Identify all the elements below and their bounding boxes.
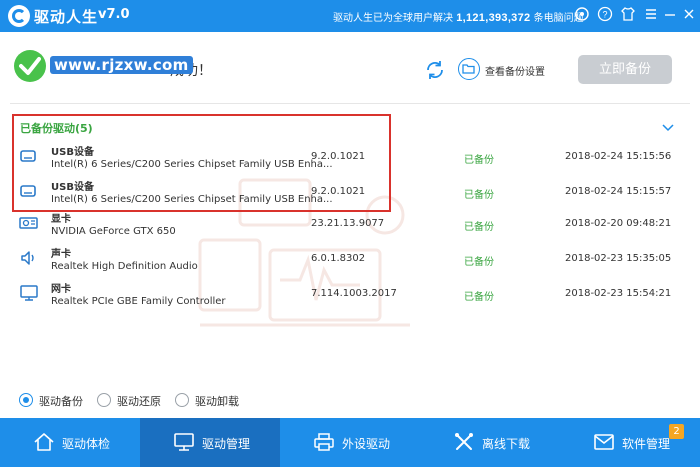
chevron-down-icon[interactable] (661, 118, 675, 137)
minimize-icon[interactable] (660, 6, 680, 26)
watermark-text: www.rjzxw.com (50, 56, 193, 74)
highlight-box (12, 114, 391, 212)
radio-label: 驱动备份 (39, 395, 83, 408)
notification-badge: 2 (669, 424, 684, 439)
folder-icon[interactable] (458, 58, 480, 80)
refresh-icon[interactable] (423, 58, 447, 82)
radio-label: 驱动还原 (117, 395, 161, 408)
promo-text: 驱动人生已为全球用户解决 1,121,393,372 条电脑问题 (333, 9, 584, 24)
tools-icon (453, 432, 475, 452)
driver-version: 7.114.1003.2017 (311, 288, 397, 299)
driver-date: 2018-02-24 15:15:56 (565, 151, 672, 162)
nav-label: 软件管理 (622, 437, 671, 451)
svg-text:?: ? (602, 10, 607, 20)
printer-icon (313, 432, 335, 452)
mail-box-icon (593, 432, 615, 452)
promo-count: 1,121,393,372 (456, 12, 531, 24)
shirt-icon[interactable] (618, 6, 638, 26)
home-icon (33, 432, 55, 452)
driver-status: 已备份 (464, 257, 494, 268)
network-card-icon (19, 283, 39, 303)
driver-status: 已备份 (464, 292, 494, 303)
menu-icon[interactable] (641, 6, 661, 26)
driver-status: 已备份 (464, 190, 494, 201)
driver-version: 23.21.13.9077 (311, 218, 385, 229)
driver-status: 已备份 (464, 155, 494, 166)
driver-name: Realtek High Definition Audio (51, 261, 198, 272)
help-icon[interactable]: ? (595, 6, 615, 26)
monitor-icon (173, 432, 195, 452)
nav-offline-download[interactable]: 离线下载 (420, 418, 560, 467)
radio-circle (97, 393, 111, 407)
driver-date: 2018-02-20 09:48:21 (565, 218, 672, 229)
radio-label: 驱动卸载 (195, 395, 239, 408)
divider (10, 103, 690, 104)
settings-icon[interactable] (572, 6, 592, 26)
bottom-nav: 驱动体检 驱动管理 外设驱动 离线下载 软件管理 (0, 418, 700, 467)
driver-row[interactable]: 声卡 Realtek High Definition Audio 6.0.1.8… (0, 242, 700, 278)
nav-driver-checkup[interactable]: 驱动体检 (0, 418, 140, 467)
driver-category: 声卡 (51, 249, 71, 260)
radio-circle (19, 393, 33, 407)
operation-mode-radios: 驱动备份 驱动还原 驱动卸载 (0, 389, 700, 411)
app-version: v7.0 (98, 7, 130, 22)
display-card-icon (19, 213, 39, 233)
nav-label: 驱动管理 (202, 437, 251, 451)
nav-driver-management[interactable]: 驱动管理 (140, 418, 280, 467)
driver-date: 2018-02-24 15:15:57 (565, 186, 672, 197)
success-check-icon (14, 50, 46, 82)
nav-label: 离线下载 (482, 437, 531, 451)
driver-version: 6.0.1.8302 (311, 253, 366, 264)
nav-peripheral-drivers[interactable]: 外设驱动 (280, 418, 420, 467)
driver-date: 2018-02-23 15:54:21 (565, 288, 672, 299)
speaker-icon (19, 248, 39, 268)
radio-circle (175, 393, 189, 407)
driver-category: 显卡 (51, 214, 71, 225)
close-icon[interactable] (679, 6, 699, 26)
promo-prefix: 驱动人生已为全球用户解决 (333, 13, 453, 24)
nav-label: 外设驱动 (342, 437, 391, 451)
driver-date: 2018-02-23 15:35:05 (565, 253, 672, 264)
app-title: 驱动人生 (34, 8, 99, 26)
driver-category: 网卡 (51, 284, 71, 295)
view-backup-settings-link[interactable]: 查看备份设置 (485, 63, 545, 78)
driver-row[interactable]: 网卡 Realtek PCIe GBE Family Controller 7.… (0, 277, 700, 313)
driver-row[interactable]: 显卡 NVIDIA GeForce GTX 650 23.21.13.9077 … (0, 207, 700, 243)
backup-now-button[interactable]: 立即备份 (578, 55, 672, 84)
driver-name: Realtek PCIe GBE Family Controller (51, 296, 226, 307)
app-logo-icon (8, 5, 30, 27)
driver-name: NVIDIA GeForce GTX 650 (51, 226, 176, 237)
driver-status: 已备份 (464, 222, 494, 233)
nav-label: 驱动体检 (62, 437, 111, 451)
title-bar: 驱动人生 v7.0 驱动人生已为全球用户解决 1,121,393,372 条电脑… (0, 0, 700, 32)
